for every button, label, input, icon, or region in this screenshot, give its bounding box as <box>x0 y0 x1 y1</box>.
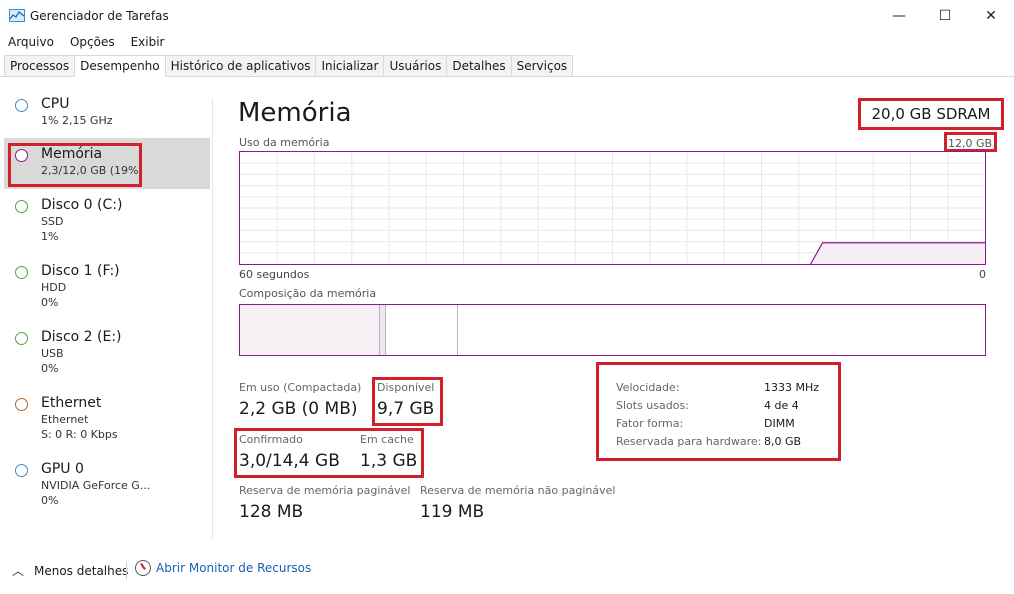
memory-composition-bar <box>239 304 986 356</box>
sidebar-item-usage: 0% <box>41 494 59 507</box>
menu-bar: Arquivo Opções Exibir <box>0 33 172 51</box>
disk-status-icon <box>15 332 28 345</box>
memory-usage-graph <box>239 151 986 265</box>
tab-servicos[interactable]: Serviços <box>510 55 574 76</box>
tab-inicializar[interactable]: Inicializar <box>315 55 385 76</box>
sidebar-item-usage: S: 0 R: 0 Kbps <box>41 428 118 441</box>
sidebar-item-cpu[interactable]: CPU 1% 2,15 GHz <box>4 88 210 138</box>
highlight-box-properties <box>596 362 841 461</box>
sidebar-item-usage: 1% <box>41 230 59 243</box>
tab-desempenho[interactable]: Desempenho <box>74 55 166 77</box>
resource-monitor-label: Abrir Monitor de Recursos <box>156 561 312 575</box>
resource-monitor-link[interactable]: Abrir Monitor de Recursos <box>135 560 311 576</box>
disk-status-icon <box>15 200 28 213</box>
sidebar-item-name: Disco 0 (C:) <box>41 197 123 213</box>
highlight-box-graph-max <box>944 132 997 152</box>
stat-value: 119 MB <box>420 502 485 522</box>
tab-processos[interactable]: Processos <box>4 55 76 76</box>
sidebar-item-name: GPU 0 <box>41 461 84 477</box>
fewer-details-label: Menos detalhes <box>34 563 129 578</box>
sidebar-item-detail: USB <box>41 347 64 360</box>
usage-graph-svg <box>240 152 985 265</box>
sidebar-item-detail: HDD <box>41 281 67 294</box>
sidebar-item-detail: NVIDIA GeForce G... <box>41 479 151 492</box>
resource-monitor-icon <box>135 560 151 576</box>
usage-graph-label: Uso da memória <box>239 136 330 149</box>
cpu-status-icon <box>15 99 28 112</box>
page-title: Memória <box>238 98 352 128</box>
composition-in-use <box>240 305 380 355</box>
stat-paged-pool: Reserva de memória paginável 128 MB <box>239 484 410 523</box>
composition-label: Composição da memória <box>239 287 377 300</box>
ethernet-status-icon <box>15 398 28 411</box>
footer-separator <box>126 561 127 579</box>
composition-standby <box>386 305 458 355</box>
highlight-box-total <box>858 98 1004 130</box>
tab-strip: Processos Desempenho Histórico de aplica… <box>0 55 1014 77</box>
stat-value: 2,2 GB (0 MB) <box>239 399 358 419</box>
sidebar-item-name: CPU <box>41 96 70 112</box>
highlight-box-available <box>372 377 443 426</box>
menu-exibir[interactable]: Exibir <box>123 33 173 51</box>
tab-usuarios[interactable]: Usuários <box>383 55 448 76</box>
footer-bar: ︿ Menos detalhes Abrir Monitor de Recurs… <box>0 555 1014 585</box>
sidebar-item-detail: Ethernet <box>41 413 89 426</box>
sidebar-item-name: Ethernet <box>41 395 102 411</box>
task-manager-icon <box>9 9 25 22</box>
stat-label: Reserva de memória não paginável <box>420 484 616 497</box>
menu-opcoes[interactable]: Opções <box>62 33 123 51</box>
disk-status-icon <box>15 266 28 279</box>
stat-nonpaged-pool: Reserva de memória não paginável 119 MB <box>420 484 615 523</box>
menu-arquivo[interactable]: Arquivo <box>0 33 62 51</box>
sidebar-item-ethernet[interactable]: Ethernet Ethernet S: 0 R: 0 Kbps <box>4 387 210 453</box>
sidebar-item-usage: 0% <box>41 362 59 375</box>
tab-detalhes[interactable]: Detalhes <box>446 55 512 76</box>
stat-label: Reserva de memória paginável <box>239 484 411 497</box>
stat-value: 128 MB <box>239 502 304 522</box>
stat-label: Em uso (Compactada) <box>239 381 362 394</box>
sidebar-item-disk1[interactable]: Disco 1 (F:) HDD 0% <box>4 255 210 321</box>
sidebar-divider <box>212 98 213 540</box>
sidebar-item-disk2[interactable]: Disco 2 (E:) USB 0% <box>4 321 210 387</box>
chevron-up-icon: ︿ <box>12 564 25 578</box>
sidebar-item-usage: 0% <box>41 296 59 309</box>
tab-historico[interactable]: Histórico de aplicativos <box>164 55 317 76</box>
close-button[interactable]: ✕ <box>968 0 1014 32</box>
title-bar: Gerenciador de Tarefas — ☐ ✕ <box>0 0 1014 32</box>
fewer-details-button[interactable]: ︿ Menos detalhes <box>12 562 128 579</box>
sidebar-item-name: Disco 1 (F:) <box>41 263 120 279</box>
minimize-button[interactable]: — <box>876 0 922 32</box>
highlight-box-sidebar-memory <box>8 143 142 187</box>
sidebar-item-gpu0[interactable]: GPU 0 NVIDIA GeForce G... 0% <box>4 453 210 519</box>
graph-axis-start: 60 segundos <box>239 268 310 281</box>
sidebar-item-detail: 1% 2,15 GHz <box>41 114 113 127</box>
usage-area <box>810 242 985 264</box>
sidebar-item-name: Disco 2 (E:) <box>41 329 122 345</box>
window-title: Gerenciador de Tarefas <box>30 9 169 23</box>
graph-axis-end: 0 <box>979 268 986 281</box>
sidebar-item-disk0[interactable]: Disco 0 (C:) SSD 1% <box>4 189 210 255</box>
sidebar-item-detail: SSD <box>41 215 64 228</box>
gpu-status-icon <box>15 464 28 477</box>
highlight-box-committed-cached <box>234 428 424 478</box>
maximize-button[interactable]: ☐ <box>922 0 968 32</box>
stat-in-use: Em uso (Compactada) 2,2 GB (0 MB) <box>239 381 361 420</box>
